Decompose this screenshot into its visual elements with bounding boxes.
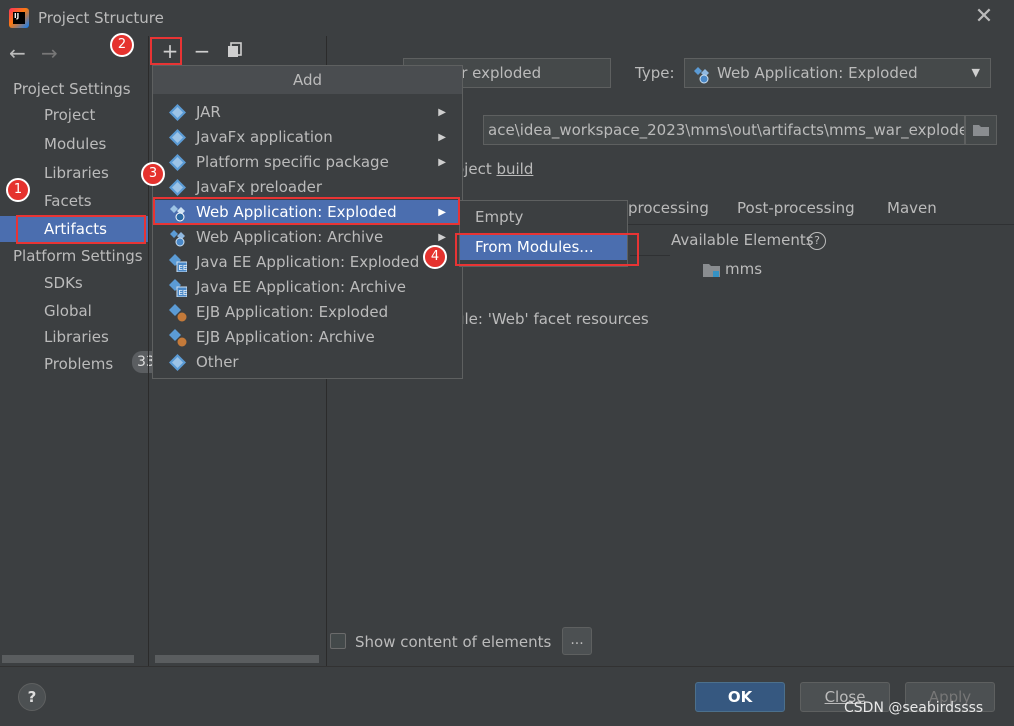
step-marker-3: 3	[141, 162, 165, 186]
annotation-box-web-exploded	[153, 197, 460, 225]
back-arrow-icon[interactable]: ←	[9, 41, 26, 65]
artifacts-horizontal-scrollbar[interactable]	[155, 655, 319, 663]
include-in-build-label[interactable]: oject build	[455, 160, 533, 178]
menu-item-label: EJB Application: Archive	[196, 328, 375, 346]
sidebar-horizontal-scrollbar[interactable]	[2, 655, 134, 663]
footer-divider	[0, 666, 1014, 667]
help-button[interactable]: ?	[18, 683, 46, 711]
tab-maven[interactable]: Maven	[887, 199, 937, 217]
show-content-label[interactable]: Show content of elements	[355, 633, 551, 651]
ellipsis-button[interactable]: ...	[562, 627, 592, 655]
annotation-box-artifacts	[16, 215, 146, 244]
step-marker-2: 2	[110, 33, 134, 57]
menu-item-javafx-application[interactable]: JavaFx application ▶	[153, 125, 462, 150]
submenu-arrow-icon: ▶	[438, 132, 446, 143]
show-content-checkbox[interactable]	[330, 633, 346, 649]
menu-item-label: Other	[196, 353, 239, 371]
module-resource-item[interactable]: ule: 'Web' facet resources	[455, 310, 649, 328]
sidebar-item-global-libraries[interactable]: Global Libraries	[0, 298, 148, 346]
menu-item-ejb-application-archive[interactable]: EJB Application: Archive	[153, 325, 462, 350]
annotation-box-from-modules	[455, 233, 639, 266]
menu-item-other[interactable]: Other	[153, 350, 462, 375]
web-app-icon	[693, 65, 711, 93]
output-directory-input[interactable]: ace\idea_workspace_2023\mms\out\artifact…	[483, 115, 965, 145]
menu-item-label: Java EE Application: Exploded	[196, 253, 420, 271]
copy-artifact-icon[interactable]	[226, 41, 244, 59]
tab-post-processing[interactable]: Post-processing	[737, 199, 855, 217]
step-marker-1: 1	[6, 178, 30, 202]
project-settings-heading: Project Settings	[13, 80, 131, 98]
ok-button[interactable]: OK	[695, 682, 785, 712]
chevron-down-icon: ▼	[971, 66, 980, 79]
tab-pre-processing[interactable]: processing	[628, 199, 709, 217]
browse-folder-button[interactable]	[965, 115, 997, 145]
menu-item-label: EJB Application: Exploded	[196, 303, 389, 321]
menu-item-label: JavaFx preloader	[196, 178, 322, 196]
menu-item-platform-specific-package[interactable]: Platform specific package ▶	[153, 150, 462, 175]
sidebar-item-sdks[interactable]: SDKs	[0, 270, 148, 296]
menu-item-label: Platform specific package	[196, 153, 389, 171]
annotation-box-add	[150, 37, 182, 65]
step-marker-4: 4	[423, 245, 447, 269]
sidebar-divider	[148, 36, 149, 666]
submenu-arrow-icon: ▶	[438, 157, 446, 168]
menu-item-javaee-application-archive[interactable]: EE Java EE Application: Archive	[153, 275, 462, 300]
folder-icon	[973, 125, 989, 136]
menu-item-jar[interactable]: JAR ▶	[153, 100, 462, 125]
close-window-button[interactable]: ✕	[972, 6, 996, 30]
help-icon[interactable]: ?	[808, 232, 826, 250]
menu-item-label: JAR	[196, 103, 221, 121]
menu-item-label: Web Application: Archive	[196, 228, 384, 246]
artifact-icon	[169, 354, 186, 379]
svg-text:EE: EE	[179, 289, 188, 297]
menu-item-javaee-application-exploded[interactable]: EE Java EE Application: Exploded	[153, 250, 462, 275]
artifact-type-select[interactable]: Web Application: Exploded ▼	[684, 58, 991, 88]
module-folder-icon	[702, 261, 722, 279]
menu-item-label: Java EE Application: Archive	[196, 278, 406, 296]
popup-header: Add	[153, 66, 462, 94]
sidebar-item-project[interactable]: Project	[0, 102, 148, 128]
svg-text:EE: EE	[179, 264, 188, 272]
sidebar-item-modules[interactable]: Modules	[0, 131, 148, 157]
forward-arrow-icon[interactable]: →	[41, 41, 58, 65]
menu-item-ejb-application-exploded[interactable]: EJB Application: Exploded	[153, 300, 462, 325]
available-elements-label: Available Elements	[671, 231, 814, 249]
watermark: CSDN @seabirdssss	[844, 700, 984, 716]
submenu-arrow-icon: ▶	[438, 107, 446, 118]
problems-count-badge: 33	[132, 351, 152, 373]
platform-settings-heading: Platform Settings	[13, 247, 143, 265]
menu-item-web-application-archive[interactable]: Web Application: Archive ▶	[153, 225, 462, 250]
window-title: Project Structure	[38, 9, 164, 27]
remove-artifact-button[interactable]: −	[190, 39, 214, 63]
menu-item-label: JavaFx application	[196, 128, 333, 146]
tree-item-mms[interactable]: mms	[725, 260, 762, 278]
submenu-item-empty[interactable]: Empty	[460, 205, 627, 230]
type-label: Type:	[635, 64, 675, 82]
sidebar-item-problems[interactable]: Problems	[0, 351, 148, 377]
intellij-logo-icon: IJ	[9, 8, 29, 28]
type-select-value: Web Application: Exploded	[717, 64, 918, 82]
